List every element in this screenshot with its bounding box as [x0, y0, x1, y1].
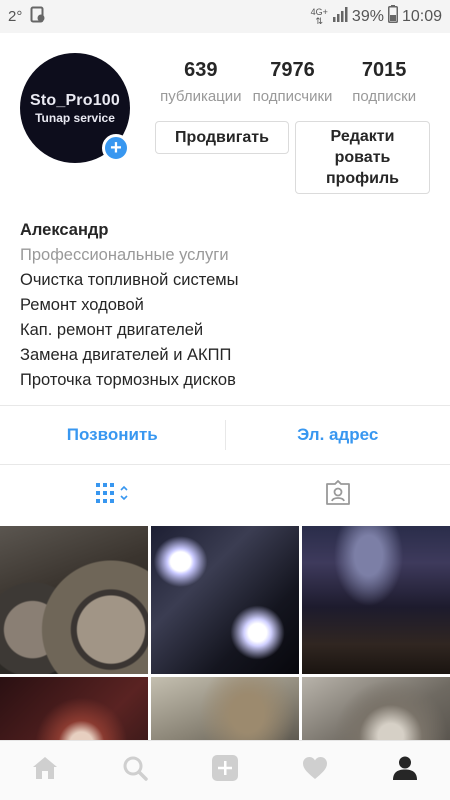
tab-tagged[interactable] [225, 479, 450, 511]
email-button[interactable]: Эл. адрес [226, 425, 450, 445]
bottom-navigation [0, 740, 450, 800]
call-button[interactable]: Позвонить [0, 425, 225, 445]
edit-profile-button[interactable]: Редакти ровать профиль [295, 121, 430, 194]
notification-icon [30, 6, 46, 27]
nav-home[interactable] [0, 756, 90, 785]
contact-bar: Позвонить Эл. адрес [0, 405, 450, 465]
network-indicator: 4G+ ⇅ [310, 6, 328, 26]
profile-name: Александр [20, 221, 109, 239]
post-thumbnail[interactable] [302, 526, 450, 674]
clock-time: 10:09 [401, 7, 442, 25]
add-post-icon [211, 754, 239, 787]
post-thumbnail[interactable] [0, 526, 148, 674]
status-bar: 2° 4G+ ⇅ 39% 10:09 [0, 0, 450, 33]
nav-new-post[interactable] [180, 754, 270, 787]
avatar-brand-name: Sto_Pro100 [29, 91, 121, 109]
post-thumbnail[interactable] [151, 526, 299, 674]
profile-header: Sto_Pro100 Tunap service + 639 публикаци… [0, 45, 450, 205]
tagged-icon [325, 479, 351, 511]
profile-category: Профессиональные услуги [20, 246, 229, 264]
post-thumbnail[interactable] [0, 677, 148, 740]
bio-line: Проточка тормозных дисков [20, 371, 236, 389]
home-icon [32, 756, 58, 785]
grid-icon [95, 482, 131, 509]
bio-line: Ремонт ходовой [20, 296, 144, 314]
profile-stats: 639 публикации 7976 подписчики 7015 подп… [155, 59, 430, 105]
followers-count: 7976 [270, 59, 315, 81]
nav-search[interactable] [90, 755, 180, 786]
posts-count: 639 [184, 59, 218, 81]
post-thumbnail[interactable] [151, 677, 299, 740]
bio-line: Замена двигателей и АКПП [20, 346, 232, 364]
plus-icon: + [110, 137, 122, 159]
bio-line: Кап. ремонт двигателей [20, 321, 204, 339]
followers-label: подписчики [252, 88, 333, 105]
search-icon [122, 755, 148, 786]
tab-grid[interactable] [0, 482, 225, 509]
promote-button[interactable]: Продвигать [155, 121, 289, 154]
profile-view-tabs [0, 466, 450, 524]
battery-icon [387, 5, 398, 28]
bio-line: Очистка топливной системы [20, 271, 239, 289]
following-stat[interactable]: 7015 подписки [338, 59, 430, 105]
signal-icon [332, 6, 348, 27]
avatar-brand-subtitle: Tunap service [35, 110, 115, 125]
battery-percent: 39% [351, 7, 384, 25]
nav-activity[interactable] [270, 756, 360, 785]
nav-profile[interactable] [360, 755, 450, 786]
following-label: подписки [352, 88, 417, 105]
heart-icon [302, 756, 328, 785]
post-thumbnail[interactable] [302, 677, 450, 740]
posts-label: публикации [160, 88, 242, 105]
add-story-button[interactable]: + [102, 134, 130, 162]
following-count: 7015 [361, 59, 407, 81]
followers-stat[interactable]: 7976 подписчики [247, 59, 339, 105]
posts-grid [0, 526, 450, 740]
profile-icon [392, 755, 418, 786]
posts-stat[interactable]: 639 публикации [155, 59, 247, 105]
profile-bio: Александр Профессиональные услуги Очистк… [20, 218, 430, 393]
temperature-text: 2° [8, 8, 23, 25]
